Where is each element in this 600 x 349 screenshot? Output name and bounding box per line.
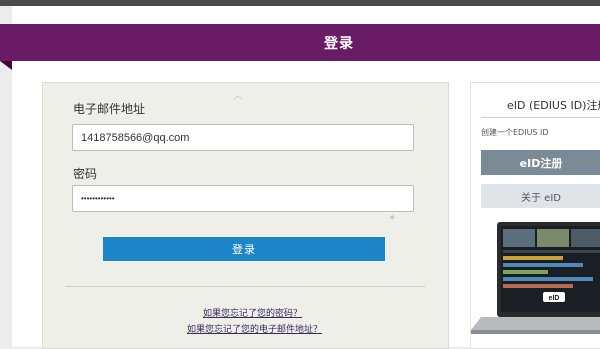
laptop-base	[471, 317, 600, 330]
chevron-up-icon: ︿	[233, 91, 243, 102]
about-eid-button[interactable]: 关于 eID	[481, 184, 600, 208]
eid-subtitle: 创建一个EDIUS ID	[481, 128, 549, 137]
forgot-email-link[interactable]: 如果您忘记了您的电子邮件地址？	[187, 322, 322, 335]
login-panel: ︿ 电子邮件地址 1418758566@qq.com 密码 ••••••••••…	[42, 82, 449, 349]
eid-title-underline	[481, 117, 600, 118]
eid-panel: eID (EDIUS ID)注册 创建一个EDIUS ID eID注册 关于 e…	[470, 82, 600, 349]
password-label: 密码	[73, 167, 98, 181]
login-button[interactable]: 登录	[103, 237, 385, 261]
sparkle-icon: ✦	[388, 213, 397, 224]
header-banner: 登录	[0, 24, 600, 61]
page-title: 登录	[324, 35, 354, 52]
banner-fold	[0, 61, 12, 70]
eid-register-button[interactable]: eID注册	[481, 150, 600, 175]
forgot-password-link[interactable]: 如果您忘记了您的密码？	[203, 306, 302, 319]
eid-title: eID (EDIUS ID)注册	[507, 99, 600, 112]
laptop-image: eID	[471, 222, 600, 334]
password-input[interactable]: ••••••••••••	[72, 185, 414, 212]
divider	[65, 286, 425, 287]
email-label: 电子邮件地址	[73, 102, 146, 116]
laptop-logo-text: eID	[549, 295, 560, 302]
email-input[interactable]: 1418758566@qq.com	[72, 124, 414, 151]
